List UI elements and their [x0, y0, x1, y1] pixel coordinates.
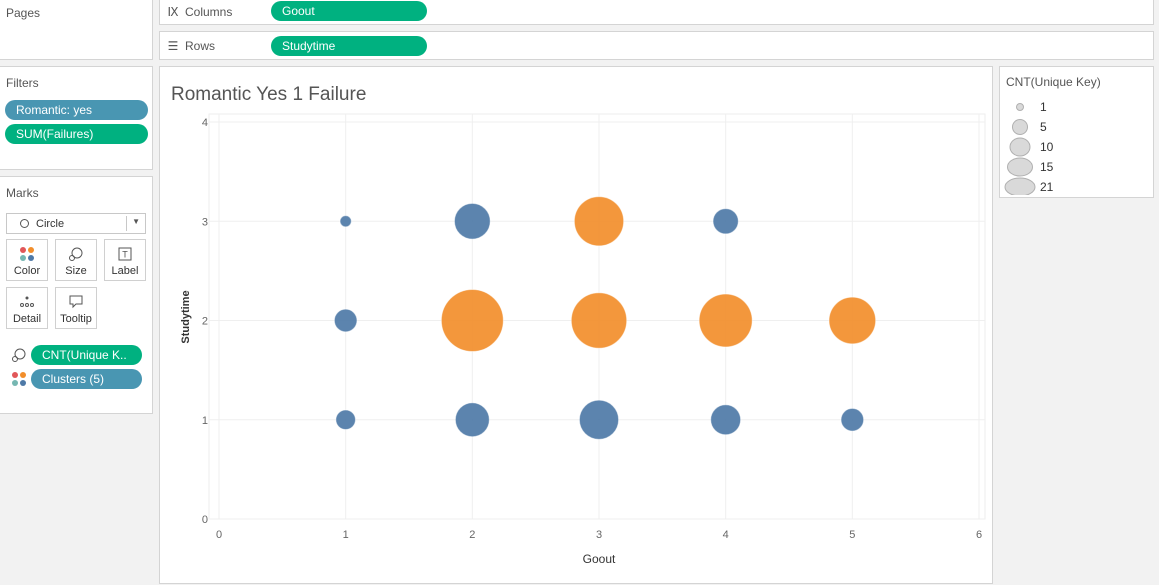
rows-pill-studytime[interactable]: Studytime	[271, 36, 427, 56]
rows-shelf[interactable]: ☰ Rows Studytime	[159, 31, 1154, 60]
legend-entry-label: 1	[1040, 100, 1047, 114]
x-tick-label: 5	[849, 529, 855, 541]
chart-title: Romantic Yes 1 Failure	[171, 84, 366, 105]
size-legend: CNT(Unique Key) 1 5 10 15 21	[999, 66, 1154, 198]
y-tick-label: 3	[202, 216, 208, 228]
chevron-down-icon: ▼	[132, 217, 140, 226]
label-card-label: Label	[111, 265, 139, 277]
color-card[interactable]: Color	[6, 239, 48, 281]
data-point	[339, 215, 352, 228]
data-point	[698, 293, 753, 348]
color-dots-icon	[20, 247, 34, 261]
data-point	[333, 308, 358, 333]
marks-panel: Marks Circle ▼ Color Size T Label Detail…	[0, 176, 153, 414]
x-tick-label: 1	[343, 529, 349, 541]
data-point	[712, 208, 739, 235]
data-point	[454, 402, 490, 438]
y-tick-label: 0	[202, 514, 208, 526]
data-point	[578, 399, 620, 440]
data-point	[710, 404, 742, 436]
x-tick-label: 6	[976, 529, 982, 541]
tooltip-icon	[69, 295, 83, 309]
x-axis-label: Goout	[583, 552, 616, 566]
data-point	[440, 289, 504, 352]
legend-entry-label: 15	[1040, 160, 1054, 174]
filter-pill-romantic[interactable]: Romantic: yes	[5, 100, 148, 120]
tooltip-card-label: Tooltip	[60, 313, 92, 325]
y-tick-label: 1	[202, 415, 208, 427]
detail-card[interactable]: Detail	[6, 287, 48, 329]
y-axis-label: Studytime	[180, 290, 192, 343]
filter-pill-failures[interactable]: SUM(Failures)	[5, 124, 148, 144]
dropdown-divider	[126, 216, 127, 231]
data-point	[570, 292, 628, 349]
color-dots-icon	[12, 372, 26, 386]
filters-panel: Filters Romantic: yes SUM(Failures)	[0, 66, 153, 170]
data-point	[335, 409, 356, 431]
y-tick-label: 4	[202, 117, 208, 129]
columns-shelf[interactable]: Ⅸ Columns Goout	[159, 0, 1154, 25]
detail-card-label: Detail	[12, 313, 42, 325]
pages-title: Pages	[6, 6, 41, 20]
size-pill-cnt[interactable]: CNT(Unique K..	[31, 345, 142, 365]
svg-text:T: T	[122, 250, 128, 260]
rows-icon: ☰	[167, 39, 179, 53]
circle-icon	[20, 219, 29, 228]
y-tick-label: 2	[202, 316, 208, 328]
data-point	[828, 296, 877, 345]
viz-panel: Romantic Yes 1 Failure Studytime Goout 0…	[159, 66, 993, 584]
scatter-chart: Romantic Yes 1 Failure Studytime Goout 0…	[171, 84, 986, 566]
x-tick-label: 3	[596, 529, 602, 541]
size-card[interactable]: Size	[55, 239, 97, 281]
size-icon	[12, 348, 26, 362]
columns-pill-goout[interactable]: Goout	[271, 1, 427, 21]
legend-swatches: 15101521	[1004, 100, 1054, 195]
marks-title: Marks	[6, 186, 39, 200]
pages-panel: Pages	[0, 0, 153, 60]
data-point	[453, 202, 491, 240]
legend-entry-label: 5	[1040, 120, 1047, 134]
legend-entry-label: 10	[1040, 140, 1054, 154]
data-point	[840, 407, 865, 432]
legend-size-swatch	[1016, 103, 1024, 111]
columns-label: Columns	[185, 5, 233, 19]
size-card-label: Size	[65, 265, 87, 277]
size-icon	[69, 247, 83, 261]
tooltip-card[interactable]: Tooltip	[55, 287, 97, 329]
legend-title: CNT(Unique Key)	[1006, 75, 1101, 89]
x-tick-label: 4	[723, 529, 729, 541]
color-pill-clusters[interactable]: Clusters (5)	[31, 369, 142, 389]
mark-type-label: Circle	[36, 217, 65, 230]
label-card[interactable]: T Label	[104, 239, 146, 281]
legend-size-swatch	[1004, 177, 1036, 195]
color-card-label: Color	[13, 265, 41, 277]
legend-size-swatch	[1009, 137, 1031, 157]
legend-size-swatch	[1012, 119, 1028, 135]
detail-icon	[20, 296, 34, 307]
columns-icon: Ⅸ	[167, 5, 179, 19]
mark-type-dropdown[interactable]: Circle ▼	[6, 213, 146, 234]
label-icon: T	[118, 247, 132, 261]
legend-size-swatch	[1007, 157, 1033, 177]
rows-label: Rows	[185, 39, 216, 53]
x-tick-label: 0	[216, 529, 222, 541]
filters-title: Filters	[6, 76, 39, 90]
data-point	[573, 196, 625, 247]
x-tick-label: 2	[469, 529, 475, 541]
legend-entry-label: 21	[1040, 180, 1054, 194]
